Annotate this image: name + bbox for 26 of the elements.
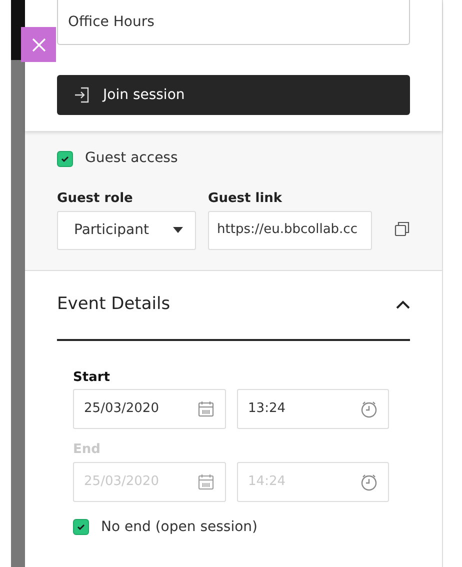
- date-field[interactable]: 25/03/2020: [73, 389, 226, 429]
- join-session-button[interactable]: Join session: [57, 75, 410, 115]
- close-button[interactable]: [21, 27, 56, 62]
- clock-icon: [360, 472, 378, 490]
- section-title: Event Details: [57, 292, 170, 316]
- checkbox[interactable]: [73, 519, 90, 535]
- enter-icon: [73, 86, 92, 104]
- calendar-icon: [197, 400, 216, 418]
- guest-role-dropdown[interactable]: Participant: [57, 210, 196, 250]
- collapse-icon[interactable]: [396, 300, 410, 309]
- dropdown-caret-icon: [173, 227, 184, 233]
- checkbox-label: Guest access: [85, 149, 178, 168]
- guest-link-label: Guest link: [208, 190, 284, 208]
- session-name-field[interactable]: Office Hours: [57, 0, 410, 45]
- checkbox[interactable]: [57, 150, 74, 166]
- guest-role-label: Guest role: [57, 190, 134, 208]
- check-icon: [60, 154, 70, 164]
- time-field[interactable]: 13:24: [237, 389, 390, 429]
- calendar-icon: [197, 472, 216, 490]
- close-icon: [32, 38, 46, 52]
- checkbox-label: No end (open session): [101, 518, 258, 536]
- guest-link-field[interactable]: https://eu.bbcollab.cc: [208, 210, 372, 250]
- clock-icon: [360, 400, 378, 418]
- time-label: Start: [73, 368, 112, 386]
- copy-icon[interactable]: [394, 220, 410, 236]
- check-icon: [76, 522, 86, 532]
